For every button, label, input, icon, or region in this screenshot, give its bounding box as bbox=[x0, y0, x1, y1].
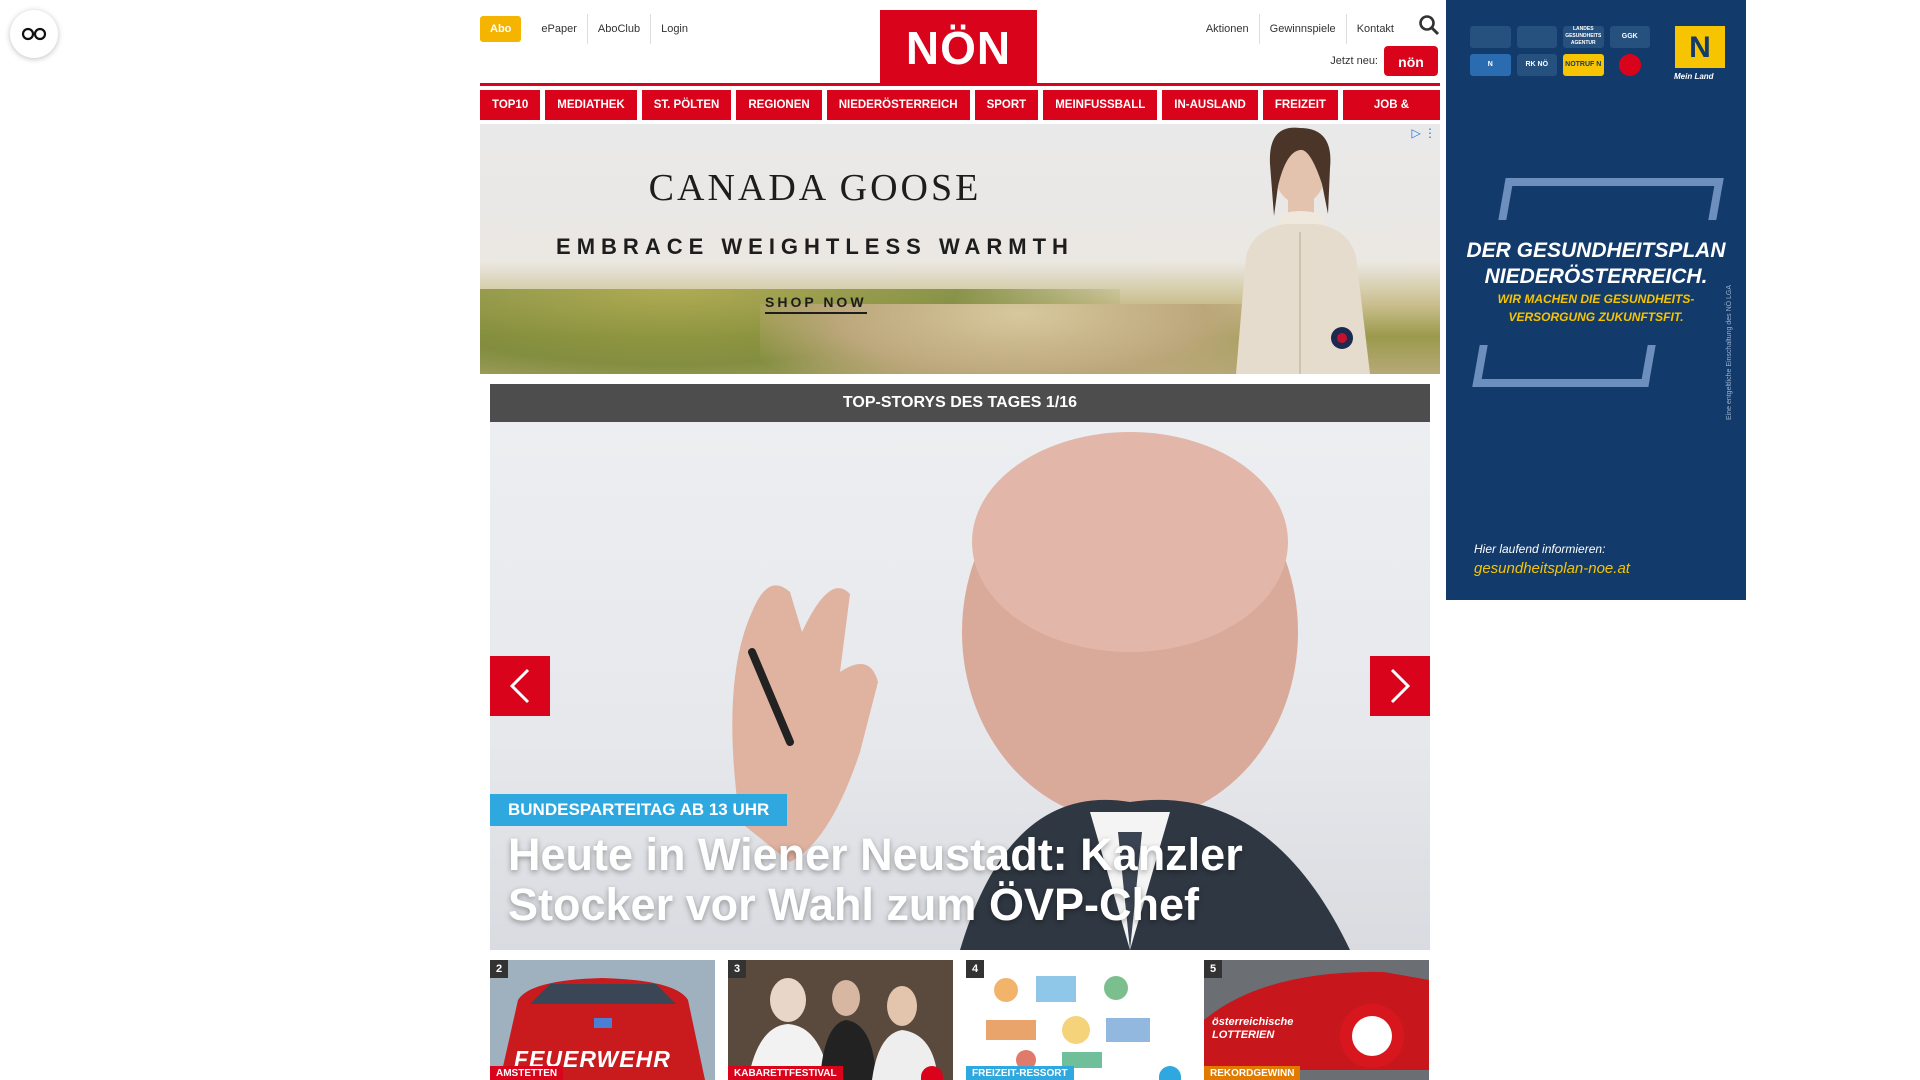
thumb-tag: REKORDGEWINN bbox=[1204, 1066, 1301, 1080]
search-icon[interactable] bbox=[1418, 14, 1440, 36]
thumb-tag: KABARETTFESTIVAL bbox=[728, 1066, 843, 1080]
category-nav: TOP10 MEDIATHEK ST. PÖLTEN REGIONEN NIED… bbox=[480, 90, 1440, 141]
thumb-image-people bbox=[728, 960, 953, 1080]
nav-niederoesterreich[interactable]: NIEDERÖSTERREICH bbox=[826, 90, 970, 120]
jetzt-neu-label: Jetzt neu: bbox=[1330, 55, 1378, 67]
sidebar-ad-disclaimer: Eine entgeltliche Einschaltung des NÖ LG… bbox=[1726, 284, 1733, 420]
nav-sport[interactable]: SPORT bbox=[974, 90, 1039, 120]
ad-tagline: EMBRACE WEIGHTLESS WARMTH bbox=[556, 234, 1074, 259]
jetzt-neu-badge[interactable]: nön bbox=[1384, 46, 1438, 76]
ad-choices-icon[interactable]: ▷ ⋮ bbox=[1411, 126, 1436, 140]
kontakt-link[interactable]: Kontakt bbox=[1347, 14, 1404, 44]
sidebar-ad-url[interactable]: gesundheitsplan-noe.at bbox=[1474, 560, 1630, 577]
hero-kicker: BUNDESPARTEITAG AB 13 UHR bbox=[490, 794, 788, 826]
partner-logo: RK NÖ bbox=[1516, 54, 1557, 76]
nav-regionen[interactable]: REGIONEN bbox=[736, 90, 822, 120]
ad-brand: CANADA GOOSE bbox=[648, 167, 982, 209]
reader-mode-button[interactable] bbox=[10, 10, 58, 58]
partner-logo: N bbox=[1470, 54, 1511, 76]
sidebar-ad[interactable]: LANDES GESUNDHEITS AGENTUR GGK N RK NÖ N… bbox=[1446, 0, 1746, 600]
partner-logo: NOTRUF N bbox=[1563, 54, 1604, 76]
thumb-number: 2 bbox=[490, 960, 508, 978]
sidebar-ad-title: DER GESUNDHEITSPLAN NIEDERÖSTERREICH. bbox=[1466, 239, 1726, 288]
chevron-left-icon bbox=[509, 668, 530, 704]
glasses-icon bbox=[21, 27, 47, 41]
story-thumb-4[interactable]: 4 FREIZEIT-RESSORT bbox=[966, 960, 1191, 1080]
thumb-number: 4 bbox=[966, 960, 984, 978]
thumb-number: 5 bbox=[1204, 960, 1222, 978]
noe-n-logo: N bbox=[1675, 26, 1725, 68]
noen-logo[interactable]: NÖN bbox=[880, 10, 1037, 84]
sidebar-ad-subtitle: WIR MACHEN DIE GESUNDHEITS- VERSORGUNG Z… bbox=[1497, 292, 1695, 324]
story-thumb-2[interactable]: 2 FEUERWEHR AMSTETTEN bbox=[490, 960, 715, 1080]
thumb-tag: FREIZEIT-RESSORT bbox=[966, 1066, 1074, 1080]
abo-button[interactable]: Abo bbox=[480, 16, 522, 42]
thumb-number: 3 bbox=[728, 960, 746, 978]
chevron-right-icon bbox=[1390, 668, 1411, 704]
aboclub-link[interactable]: AboClub bbox=[588, 14, 652, 44]
thumb-image-illustration bbox=[966, 960, 1191, 1080]
site-header: Abo ePaper AboClub Login NÖN Aktionen Ge… bbox=[480, 0, 1440, 86]
noe-n-label: Mein Land bbox=[1674, 72, 1714, 81]
thumb-tag: AMSTETTEN bbox=[490, 1066, 564, 1080]
partner-logo bbox=[1470, 26, 1511, 48]
story-thumbnails: 2 FEUERWEHR AMSTETTEN 3 KABARETTFESTIVAL bbox=[490, 960, 1430, 1080]
jetzt-neu: Jetzt neu: nön bbox=[1330, 46, 1438, 76]
header-divider bbox=[480, 83, 1440, 86]
right-links: Aktionen Gewinnspiele Kontakt bbox=[1196, 14, 1404, 44]
sidebar-ad-info: Hier laufend informieren: bbox=[1474, 542, 1606, 556]
nav-job-karriere[interactable]: JOB & KARRIERE bbox=[1342, 90, 1440, 141]
story-thumb-3[interactable]: 3 KABARETTFESTIVAL bbox=[728, 960, 953, 1080]
hero-headline[interactable]: Heute in Wiener Neustadt: Kanzler Stocke… bbox=[508, 830, 1418, 930]
nav-mediathek[interactable]: MEDIATHEK bbox=[545, 90, 637, 120]
partner-logo bbox=[1516, 26, 1557, 48]
partner-logo: LANDES GESUNDHEITS AGENTUR bbox=[1563, 26, 1604, 48]
partner-logo bbox=[1618, 54, 1641, 76]
hero-story[interactable]: BUNDESPARTEITAG AB 13 UHR Heute in Wiene… bbox=[490, 422, 1430, 950]
nav-freizeit[interactable]: FREIZEIT bbox=[1262, 90, 1338, 120]
aktionen-link[interactable]: Aktionen bbox=[1196, 14, 1260, 44]
ad-model-image bbox=[1236, 127, 1370, 374]
frame-decoration-top bbox=[1498, 178, 1724, 220]
carousel-header: TOP-STORYS DES TAGES 1/16 bbox=[490, 384, 1430, 422]
gewinnspiele-link[interactable]: Gewinnspiele bbox=[1260, 14, 1347, 44]
carousel-next-button[interactable] bbox=[1370, 656, 1430, 716]
frame-decoration-bottom bbox=[1472, 345, 1656, 387]
nav-st-poelten[interactable]: ST. PÖLTEN bbox=[641, 90, 732, 120]
top-links: Abo ePaper AboClub Login bbox=[480, 14, 698, 44]
partner-logo: GGK bbox=[1609, 26, 1650, 48]
thumb-caption-lotterien: österreichische LOTTERIEN bbox=[1212, 1016, 1294, 1041]
ad-banner[interactable]: CANADA GOOSE EMBRACE WEIGHTLESS WARMTH S… bbox=[480, 124, 1440, 374]
partner-logos: LANDES GESUNDHEITS AGENTUR GGK N RK NÖ N… bbox=[1470, 26, 1650, 76]
carousel-prev-button[interactable] bbox=[490, 656, 550, 716]
login-link[interactable]: Login bbox=[651, 14, 698, 44]
nav-in-ausland[interactable]: IN-AUSLAND bbox=[1162, 90, 1258, 120]
epaper-link[interactable]: ePaper bbox=[531, 14, 588, 44]
ad-shop-now-link[interactable]: SHOP NOW bbox=[765, 294, 867, 314]
nav-meinfussball[interactable]: MEINFUSSBALL bbox=[1043, 90, 1158, 120]
story-thumb-5[interactable]: 5 österreichische LOTTERIEN REKORDGEWINN bbox=[1204, 960, 1429, 1080]
nav-top10[interactable]: TOP10 bbox=[480, 90, 541, 120]
